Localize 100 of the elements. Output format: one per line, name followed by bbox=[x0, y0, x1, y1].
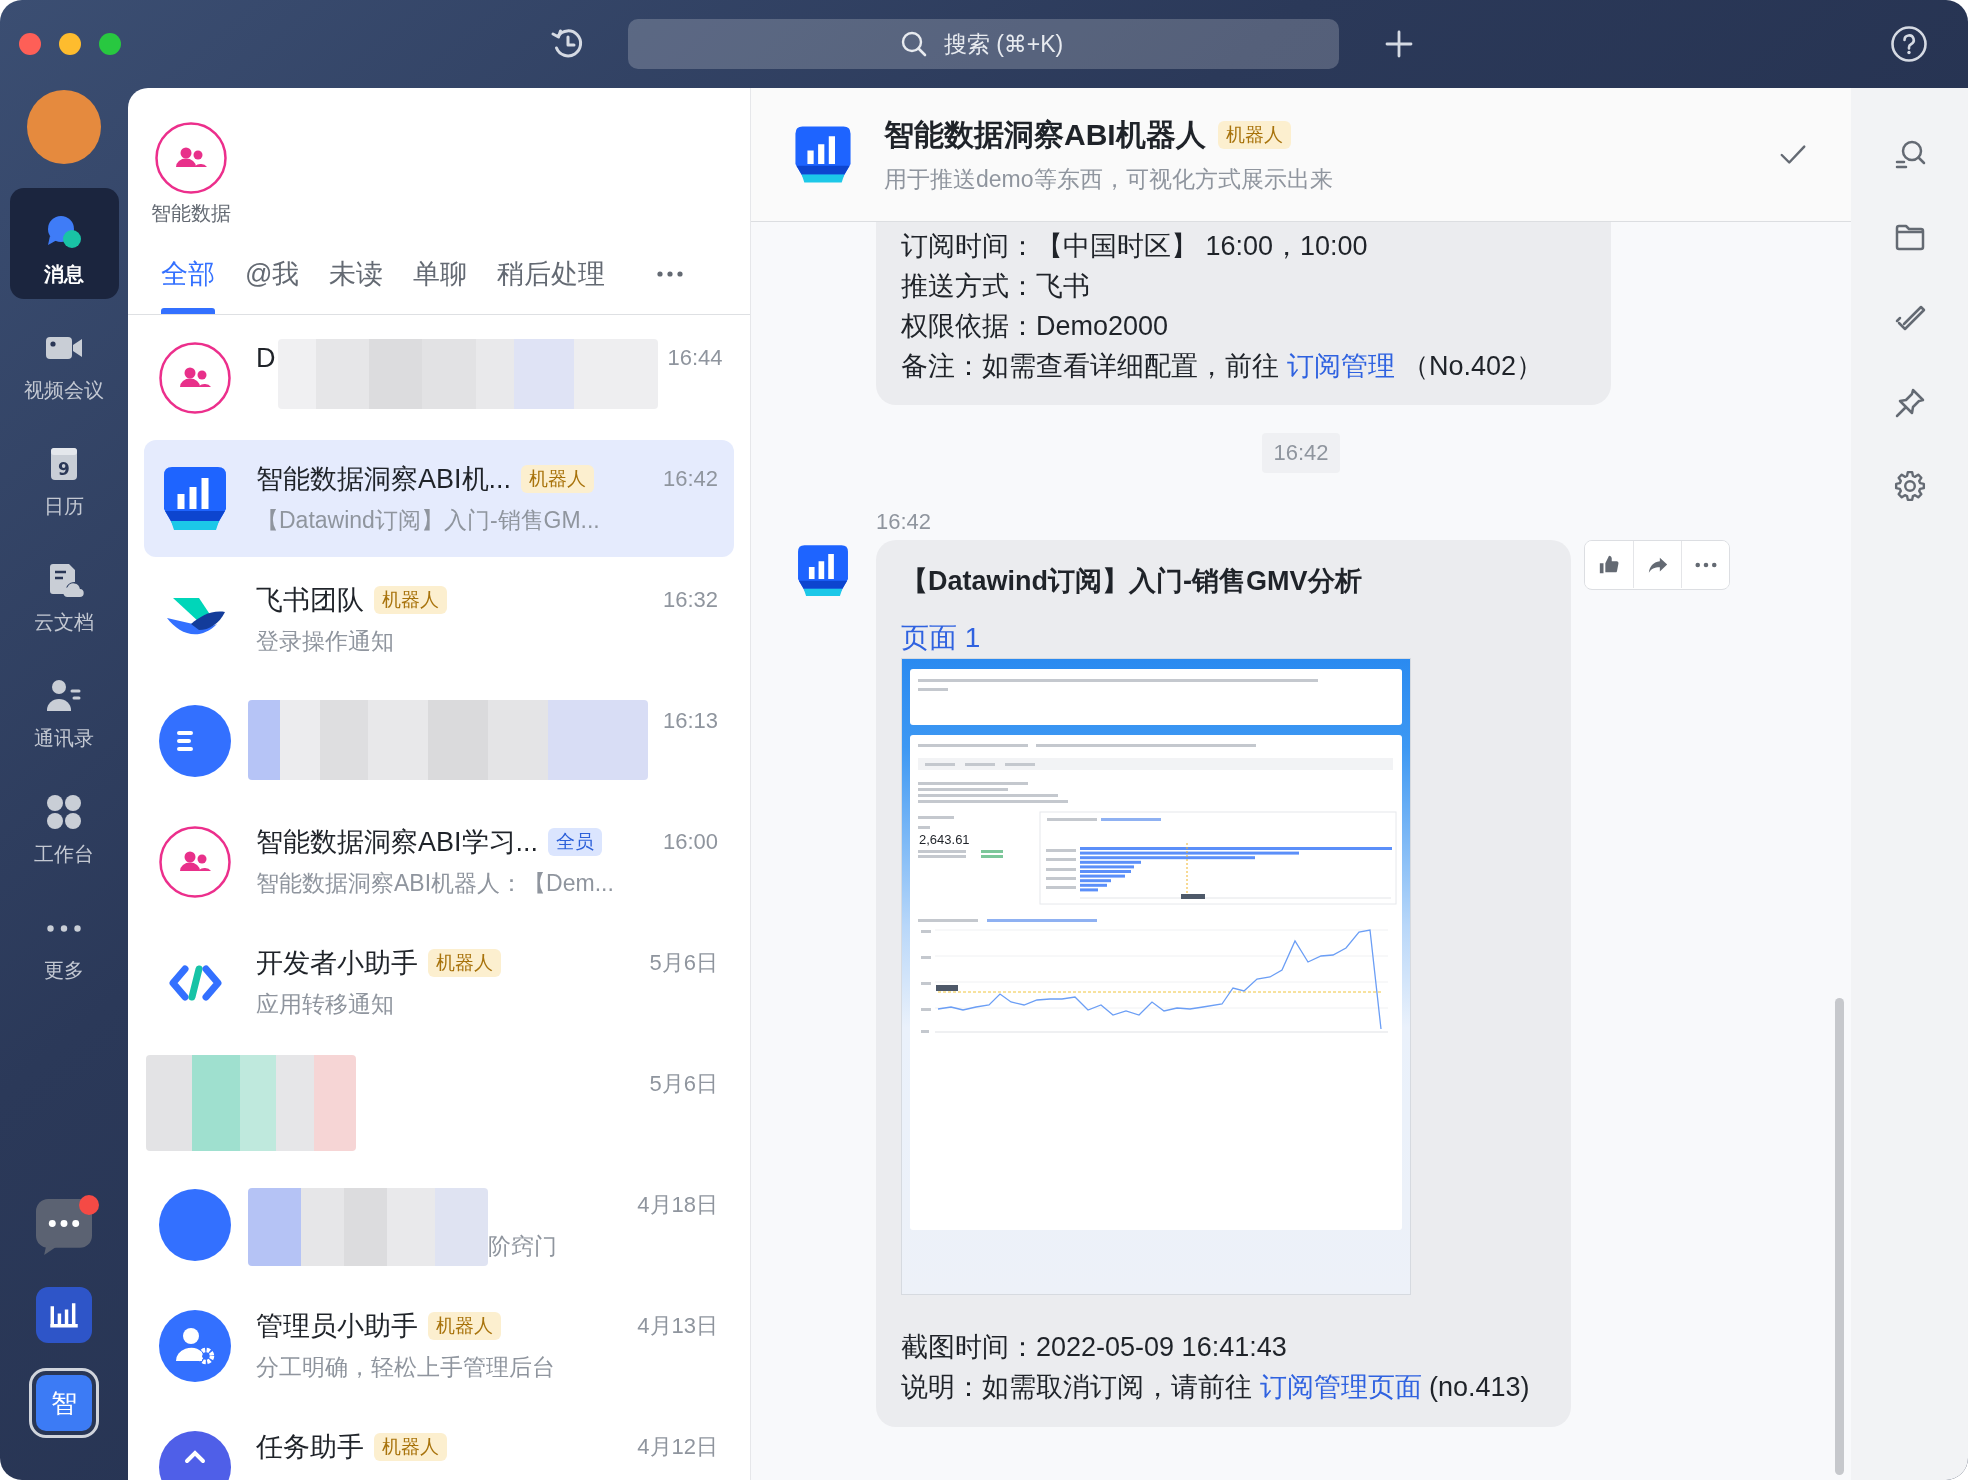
chat-item[interactable]: 智能数据洞察ABI学习... 全员 16:00 智能数据洞察ABI机器人：【Dem... bbox=[144, 803, 734, 920]
chat-name: 智能数据洞察ABI机... bbox=[256, 463, 512, 496]
message-time: 16:42 bbox=[876, 509, 933, 535]
chat-time: 5月6日 bbox=[648, 949, 718, 977]
avatar-circle-icon bbox=[159, 704, 231, 777]
message-line: 备注：如需查看详细配置，前往 订阅管理 （No.402） bbox=[901, 350, 1545, 383]
tiny-text-line bbox=[918, 850, 966, 853]
tiny-text-line bbox=[1046, 877, 1076, 880]
pinned-chat[interactable]: 智能数据 bbox=[151, 122, 231, 226]
nav-item[interactable]: 云文档 bbox=[9, 536, 119, 647]
bar-chart-app-icon bbox=[36, 1287, 92, 1343]
average-tag bbox=[936, 985, 958, 991]
message-line: 权限依据：Demo2000 bbox=[901, 310, 1170, 343]
all-members-tag: 全员 bbox=[548, 828, 603, 856]
app-grid-icon bbox=[44, 792, 84, 832]
chat-item[interactable]: 16:13 bbox=[144, 682, 734, 799]
chat-time: 4月18日 bbox=[636, 1191, 718, 1219]
filter-tab[interactable]: @我 bbox=[245, 256, 300, 314]
scrollbar[interactable] bbox=[1835, 998, 1844, 1475]
chat-item[interactable]: 5月6日 bbox=[144, 1045, 734, 1162]
nav-item[interactable]: 消息 bbox=[9, 188, 119, 299]
tiny-text-line bbox=[918, 919, 978, 922]
chat-item[interactable]: 任务助手 机器人 4月12日 bbox=[144, 1408, 734, 1480]
chat-item[interactable]: 智能数据洞察ABI机... 机器人 16:42 【Datawind订阅】入门-销售GM... bbox=[144, 440, 734, 557]
app-shortcut-button[interactable]: 智 bbox=[29, 1368, 99, 1438]
chat-item[interactable]: 管理员小助手 机器人 4月13日 分工明确，轻松上手管理后台 bbox=[144, 1287, 734, 1404]
chat-name: 管理员小助手 bbox=[256, 1310, 418, 1343]
minimize-button[interactable] bbox=[59, 33, 81, 55]
filter-tab[interactable]: 未读 bbox=[329, 256, 384, 314]
avatar-circle-icon bbox=[159, 1188, 231, 1261]
chat-title: 智能数据洞察ABI机器人 bbox=[884, 116, 1206, 153]
chat-preview: 登录操作通知 bbox=[256, 627, 395, 656]
more-icon bbox=[1694, 561, 1717, 568]
gmv-value: 2,643.61 bbox=[919, 832, 970, 847]
chat-name: 任务助手 bbox=[256, 1431, 364, 1464]
tiny-text-line bbox=[1047, 818, 1097, 821]
chat-name: 飞书团队 bbox=[256, 584, 364, 617]
chat-time: 5月6日 bbox=[648, 1070, 718, 1098]
chat-time: 4月13日 bbox=[636, 1312, 718, 1340]
chat-item[interactable]: 阶窍门 4月18日 bbox=[144, 1166, 734, 1283]
bot-tag: 机器人 bbox=[428, 949, 501, 977]
bot-tag: 机器人 bbox=[374, 1433, 447, 1461]
group-avatar-icon bbox=[159, 825, 231, 898]
thumbs-up-icon bbox=[1598, 553, 1620, 576]
maximize-button[interactable] bbox=[99, 33, 121, 55]
tiny-text-line bbox=[981, 855, 1003, 858]
bot-tag: 机器人 bbox=[374, 586, 447, 614]
tiny-link-line bbox=[1101, 818, 1161, 821]
filter-tab[interactable]: 稍后处理 bbox=[497, 256, 606, 314]
tiny-text-line bbox=[1005, 763, 1035, 766]
filter-tab[interactable]: 单聊 bbox=[413, 256, 468, 314]
chat-name: D bbox=[256, 342, 276, 375]
settings-icon[interactable] bbox=[1892, 469, 1927, 503]
chat-time: 16:13 bbox=[661, 707, 718, 735]
chat-time: 16:32 bbox=[661, 586, 718, 614]
group-avatar-icon bbox=[159, 341, 231, 414]
more-icon bbox=[47, 925, 81, 932]
search-icon bbox=[900, 30, 928, 58]
chat-preview: 分工明确，轻松上手管理后台 bbox=[256, 1353, 556, 1382]
chat-name: 开发者小助手 bbox=[256, 947, 418, 980]
message-line: 订阅时间：【中国时区】 16:00，10:00 bbox=[901, 230, 1369, 263]
tiny-text-line bbox=[981, 850, 1003, 853]
nav-item[interactable]: 更多 bbox=[9, 884, 119, 995]
chat-item[interactable]: 飞书团队 机器人 16:32 登录操作通知 bbox=[144, 561, 734, 678]
nav-item[interactable]: 通讯录 bbox=[9, 652, 119, 763]
close-button[interactable] bbox=[19, 33, 41, 55]
more-icon[interactable] bbox=[657, 271, 684, 277]
nav-item[interactable]: 工作台 bbox=[9, 768, 119, 879]
tiny-text-line bbox=[921, 930, 931, 933]
bot-tag: 机器人 bbox=[521, 465, 595, 493]
filter-tab[interactable]: 全部 bbox=[161, 256, 215, 314]
chat-time: 4月12日 bbox=[636, 1433, 718, 1461]
plus-icon[interactable] bbox=[1383, 28, 1415, 60]
tiny-text-line bbox=[921, 956, 931, 959]
tiny-text-line bbox=[921, 1008, 931, 1011]
tiny-text-line bbox=[918, 855, 966, 858]
chat-item[interactable]: 开发者小助手 机器人 5月6日 应用转移通知 bbox=[144, 924, 734, 1041]
help-icon[interactable] bbox=[1890, 25, 1928, 63]
tiny-text-line bbox=[921, 982, 931, 985]
chat-preview: 阶窍门 bbox=[488, 1232, 557, 1261]
group-avatar-icon bbox=[155, 122, 227, 194]
chat-subtitle: 用于推送demo等东西，可视化方式展示出来 bbox=[884, 164, 1333, 194]
tiny-text-line bbox=[1046, 868, 1076, 871]
chat-preview: 应用转移通知 bbox=[256, 990, 395, 1019]
subscription-link[interactable]: 订阅管理 bbox=[1286, 351, 1395, 381]
nav-item[interactable]: 9 日历 bbox=[9, 420, 119, 531]
nav-item[interactable]: 视频会议 bbox=[9, 304, 119, 415]
dashboard-screenshot[interactable]: 2,643.61 bbox=[901, 658, 1411, 1295]
chat-time: 16:00 bbox=[661, 828, 718, 856]
subscription-link[interactable]: 订阅管理页面 bbox=[1259, 1372, 1422, 1402]
chat-item[interactable]: D 16:44 bbox=[144, 319, 734, 436]
tiny-text-line bbox=[1046, 858, 1076, 861]
chat-preview: 【Datawind订阅】入门-销售GM... bbox=[256, 506, 601, 535]
page-link[interactable]: 页面 1 bbox=[901, 618, 981, 658]
bot-tag: 机器人 bbox=[1217, 120, 1291, 149]
chat-preview: 智能数据洞察ABI机器人：【Dem... bbox=[256, 869, 615, 898]
bot-tag: 机器人 bbox=[428, 1312, 501, 1340]
card-title: 【Datawind订阅】入门-销售GMV分析 bbox=[901, 565, 1363, 598]
tiny-text-line bbox=[965, 763, 995, 766]
tiny-text-line bbox=[1046, 849, 1076, 852]
